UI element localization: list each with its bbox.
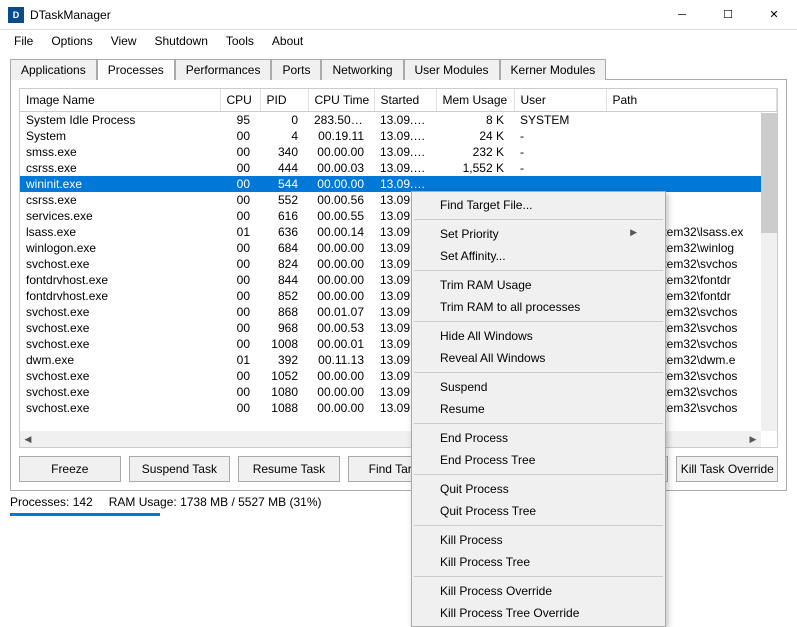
- tab-ports[interactable]: Ports: [271, 59, 321, 80]
- suspend-task-button[interactable]: Suspend Task: [129, 456, 231, 482]
- menu-tools[interactable]: Tools: [218, 32, 262, 50]
- ctx-hide-all-windows[interactable]: Hide All Windows: [412, 325, 665, 347]
- ctx-set-priority[interactable]: Set Priority▶: [412, 223, 665, 245]
- titlebar: D DTaskManager ─ ☐ ✕: [0, 0, 797, 30]
- menu-about[interactable]: About: [264, 32, 311, 50]
- ctx-kill-process[interactable]: Kill Process: [412, 529, 665, 551]
- status-underline: [10, 513, 160, 516]
- col-header-mem-usage[interactable]: Mem Usage: [436, 89, 514, 112]
- ctx-end-process-tree[interactable]: End Process Tree: [412, 449, 665, 471]
- menu-separator: [414, 576, 663, 577]
- col-header-path[interactable]: Path: [606, 89, 777, 112]
- menu-separator: [414, 525, 663, 526]
- status-ram: RAM Usage: 1738 MB / 5527 MB (31%): [109, 495, 322, 509]
- col-header-started[interactable]: Started: [374, 89, 436, 112]
- tab-processes[interactable]: Processes: [97, 59, 175, 80]
- ctx-set-affinity-[interactable]: Set Affinity...: [412, 245, 665, 267]
- tab-content: Image NameCPUPIDCPU TimeStartedMem Usage…: [10, 79, 787, 491]
- table-row[interactable]: System Idle Process950283.50.4613.09.458…: [20, 112, 777, 129]
- menu-separator: [414, 321, 663, 322]
- tab-kerner-modules[interactable]: Kerner Modules: [500, 59, 607, 80]
- ctx-kill-process-override[interactable]: Kill Process Override: [412, 580, 665, 602]
- ctx-quit-process-tree[interactable]: Quit Process Tree: [412, 500, 665, 522]
- col-header-pid[interactable]: PID: [260, 89, 308, 112]
- col-header-user[interactable]: User: [514, 89, 606, 112]
- freeze-button[interactable]: Freeze: [19, 456, 121, 482]
- statusbar: Processes: 142 RAM Usage: 1738 MB / 5527…: [0, 491, 797, 513]
- context-menu: Find Target File... Set Priority▶Set Affi…: [411, 191, 666, 627]
- menu-view[interactable]: View: [103, 32, 145, 50]
- ctx-trim-ram-usage[interactable]: Trim RAM Usage: [412, 274, 665, 296]
- ctx-find-target-file-[interactable]: Find Target File...: [412, 194, 665, 216]
- ctx-trim-ram-to-all-processes[interactable]: Trim RAM to all processes: [412, 296, 665, 318]
- ctx-resume[interactable]: Resume: [412, 398, 665, 420]
- resume-task-button[interactable]: Resume Task: [238, 456, 340, 482]
- col-header-cpu[interactable]: CPU: [220, 89, 260, 112]
- tabs: ApplicationsProcessesPerformancesPortsNe…: [0, 52, 797, 79]
- menu-separator: [414, 474, 663, 475]
- table-row[interactable]: System00400.19.1113.09.4524 K-: [20, 128, 777, 144]
- table-row[interactable]: smss.exe0034000.00.0013.09.47232 K-: [20, 144, 777, 160]
- menu-file[interactable]: File: [6, 32, 41, 50]
- menu-options[interactable]: Options: [43, 32, 100, 50]
- vertical-scrollbar[interactable]: [761, 113, 777, 431]
- window-controls: ─ ☐ ✕: [659, 0, 797, 30]
- app-icon: D: [8, 7, 24, 23]
- scroll-left-icon[interactable]: ◀: [20, 431, 36, 447]
- menu-separator: [414, 372, 663, 373]
- status-processes: Processes: 142: [10, 495, 93, 509]
- minimize-button[interactable]: ─: [659, 0, 705, 30]
- window-title: DTaskManager: [30, 8, 111, 22]
- ctx-quit-process[interactable]: Quit Process: [412, 478, 665, 500]
- ctx-suspend[interactable]: Suspend: [412, 376, 665, 398]
- tab-networking[interactable]: Networking: [321, 59, 403, 80]
- table-row[interactable]: csrss.exe0044400.00.0313.09.491,552 K-: [20, 160, 777, 176]
- ctx-kill-process-tree[interactable]: Kill Process Tree: [412, 551, 665, 573]
- kill-task-override-button[interactable]: Kill Task Override: [676, 456, 778, 482]
- menu-separator: [414, 219, 663, 220]
- col-header-image-name[interactable]: Image Name: [20, 89, 220, 112]
- menu-separator: [414, 270, 663, 271]
- ctx-kill-process-tree-override[interactable]: Kill Process Tree Override: [412, 602, 665, 624]
- close-button[interactable]: ✕: [751, 0, 797, 30]
- menubar: FileOptionsViewShutdownToolsAbout: [0, 30, 797, 52]
- table-header-row: Image NameCPUPIDCPU TimeStartedMem Usage…: [20, 89, 777, 112]
- maximize-button[interactable]: ☐: [705, 0, 751, 30]
- tab-applications[interactable]: Applications: [10, 59, 97, 80]
- scroll-thumb-y[interactable]: [761, 113, 777, 233]
- ctx-reveal-all-windows[interactable]: Reveal All Windows: [412, 347, 665, 369]
- table-row[interactable]: wininit.exe0054400.00.0013.09.50: [20, 176, 777, 192]
- chevron-right-icon: ▶: [630, 227, 637, 241]
- ctx-end-process[interactable]: End Process: [412, 427, 665, 449]
- scroll-right-icon[interactable]: ▶: [745, 431, 761, 447]
- tab-user-modules[interactable]: User Modules: [404, 59, 500, 80]
- col-header-cpu-time[interactable]: CPU Time: [308, 89, 374, 112]
- tab-performances[interactable]: Performances: [175, 59, 272, 80]
- menu-shutdown[interactable]: Shutdown: [147, 32, 216, 50]
- menu-separator: [414, 423, 663, 424]
